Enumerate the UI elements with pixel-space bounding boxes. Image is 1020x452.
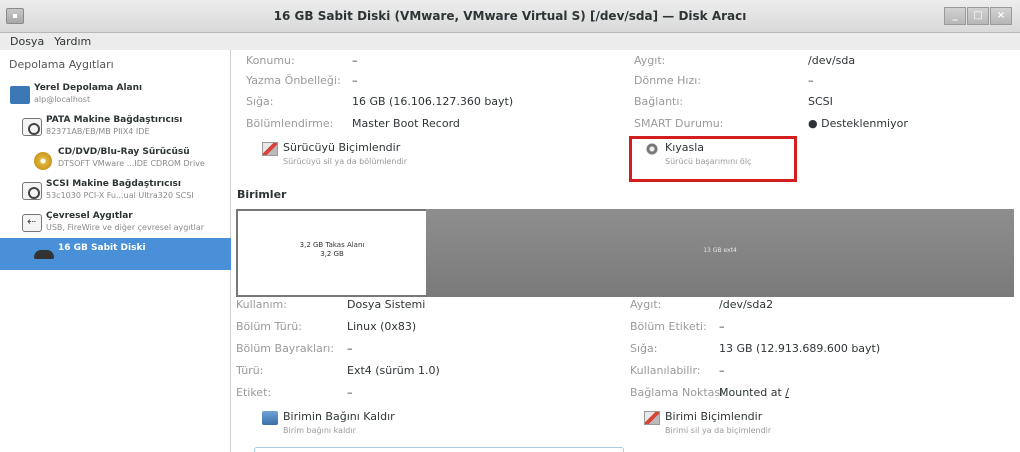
volumes-heading: Birimler: [237, 188, 287, 201]
partition-flags-value: –: [347, 342, 353, 355]
type-label: Türü:: [236, 364, 264, 377]
minimize-button[interactable]: _: [944, 7, 966, 25]
connection-label: Bağlantı:: [634, 95, 684, 108]
close-button[interactable]: ×: [990, 7, 1012, 25]
volume-capacity-value: 13 GB (12.913.689.600 bayt): [719, 342, 881, 355]
usage-value: Dosya Sistemi: [347, 298, 426, 311]
volume-capacity-label: Sığa:: [630, 342, 658, 355]
volume-swap-name: 3,2 GB Takas Alanı: [299, 241, 365, 249]
format-volume-title: Birimi Biçimlendir: [665, 410, 763, 423]
sidebar-item-subtitle: USB, FireWire ve diğer çevresel aygıtlar: [46, 223, 205, 232]
volume-map: 3,2 GB Takas Alanı 3,2 GB 13 GB ext4: [236, 209, 1014, 297]
capacity-value: 16 GB (16.106.127.360 bayt): [352, 95, 514, 108]
mount-point-link[interactable]: /: [785, 386, 789, 399]
format-volume-button[interactable]: Birimi Biçimlendir Birimi sil ya da biçi…: [644, 410, 844, 440]
format-drive-button[interactable]: Sürücüyü Biçimlendir Sürücüyü sil ya da …: [262, 141, 462, 171]
volume-ext4-label: 13 GB ext4: [703, 247, 737, 254]
details-pane: Konumu: – Yazma Önbelleği: – Sığa: 16 GB…: [232, 50, 1020, 452]
connection-value: SCSI: [808, 95, 833, 108]
write-cache-value: –: [352, 74, 358, 87]
available-label: Kullanılabilir:: [630, 364, 701, 377]
title-bar: 16 GB Sabit Diski (VMware, VMware Virtua…: [0, 0, 1020, 33]
partition-type-value: Linux (0x83): [347, 320, 417, 333]
format-drive-title: Sürücüyü Biçimlendir: [283, 141, 401, 154]
usage-label: Kullanım:: [236, 298, 287, 311]
device-label: Aygıt:: [634, 54, 666, 67]
type-value: Ext4 (sürüm 1.0): [347, 364, 440, 377]
sidebar-item-title: PATA Makine Bağdaştırıcısı: [46, 115, 183, 125]
sidebar-item-hard-disk[interactable]: 16 GB Sabit Diski: [0, 238, 231, 270]
volume-swap-size: 3,2 GB: [320, 250, 344, 258]
menu-file[interactable]: Dosya: [10, 33, 44, 50]
optical-disc-icon: [34, 152, 52, 170]
sidebar-item-title: Çevresel Aygıtlar: [46, 211, 133, 221]
sidebar-item-peripherals[interactable]: Çevresel Aygıtlar USB, FireWire ve diğer…: [0, 206, 231, 240]
hard-disk-icon: [34, 250, 54, 259]
tag-value: –: [347, 386, 353, 399]
usb-icon: [22, 214, 42, 232]
partitioning-value: Master Boot Record: [352, 117, 460, 130]
window-title: 16 GB Sabit Diski (VMware, VMware Virtua…: [273, 9, 747, 23]
computer-icon: [10, 86, 30, 104]
partitioning-label: Bölümlendirme:: [246, 117, 334, 130]
sidebar-item-pata[interactable]: PATA Makine Bağdaştırıcısı 82371AB/EB/MB…: [0, 110, 231, 144]
window-controls: _ □ ×: [944, 7, 1012, 25]
rotation-value: –: [808, 74, 814, 87]
partition-label-value: –: [719, 320, 725, 333]
capacity-label: Sığa:: [246, 95, 274, 108]
focused-field-edge: [254, 447, 624, 452]
menu-help[interactable]: Yardım: [54, 33, 91, 50]
format-drive-subtitle: Sürücüyü sil ya da bölümlendir: [283, 157, 408, 166]
status-dot-icon: ●: [808, 117, 818, 130]
partition-label-label: Bölüm Etiketi:: [630, 320, 707, 333]
device-value: /dev/sda: [808, 54, 856, 67]
sidebar-item-subtitle: DTSOFT VMware ...IDE CDROM Drive: [58, 159, 205, 168]
volume-device-value: /dev/sda2: [719, 298, 774, 311]
sidebar-item-title: 16 GB Sabit Diski: [58, 243, 146, 253]
maximize-button[interactable]: □: [967, 7, 989, 25]
smart-label: SMART Durumu:: [634, 117, 724, 130]
location-label: Konumu:: [246, 54, 295, 67]
smart-status: ● Desteklenmiyor: [808, 117, 908, 130]
available-value: –: [719, 364, 725, 377]
sidebar-item-title: CD/DVD/Blu-Ray Sürücüsü: [58, 147, 190, 157]
volume-swap[interactable]: 3,2 GB Takas Alanı 3,2 GB: [238, 211, 426, 295]
format-volume-icon: [644, 411, 660, 425]
unmount-title: Birimin Bağını Kaldır: [283, 410, 395, 423]
sidebar-item-local-storage[interactable]: Yerel Depolama Alanı alp@localhost: [0, 78, 231, 112]
rotation-label: Dönme Hızı:: [634, 74, 702, 87]
sidebar-heading: Depolama Aygıtları: [9, 58, 114, 71]
unmount-icon: [262, 411, 278, 425]
storage-sidebar: Depolama Aygıtları Yerel Depolama Alanı …: [0, 50, 231, 452]
sidebar-item-scsi[interactable]: SCSI Makine Bağdaştırıcısı 53c1030 PCI-X…: [0, 174, 231, 208]
smart-value: Desteklenmiyor: [821, 117, 908, 130]
menu-bar: Dosya Yardım: [0, 33, 1020, 50]
format-icon: [262, 142, 278, 156]
write-cache-label: Yazma Önbelleği:: [246, 74, 341, 87]
mount-point-text: Mounted at: [719, 386, 782, 399]
mount-point-label: Bağlama Noktası:: [630, 386, 727, 399]
volume-device-label: Aygıt:: [630, 298, 662, 311]
sidebar-item-subtitle: 53c1030 PCI-X Fu...ual Ultra320 SCSI: [46, 191, 194, 200]
unmount-volume-button[interactable]: Birimin Bağını Kaldır Birim bağını kaldı…: [262, 410, 462, 440]
unmount-subtitle: Birim bağını kaldır: [283, 426, 356, 435]
tag-label: Etiket:: [236, 386, 272, 399]
volume-ext4[interactable]: 13 GB ext4: [426, 209, 1014, 297]
controller-icon: [22, 118, 42, 136]
partition-type-label: Bölüm Türü:: [236, 320, 302, 333]
sidebar-item-title: SCSI Makine Bağdaştırıcısı: [46, 179, 181, 189]
sidebar-item-cdrom[interactable]: CD/DVD/Blu-Ray Sürücüsü DTSOFT VMware ..…: [0, 142, 231, 176]
format-volume-subtitle: Birimi sil ya da biçimlendir: [665, 426, 772, 435]
sidebar-item-subtitle: alp@localhost: [34, 95, 91, 104]
location-value: –: [352, 54, 358, 67]
sidebar-item-title: Yerel Depolama Alanı: [34, 83, 143, 93]
highlight-box: [629, 136, 797, 182]
controller-icon: [22, 182, 42, 200]
mount-point-value: Mounted at /: [719, 386, 789, 399]
partition-flags-label: Bölüm Bayrakları:: [236, 342, 335, 355]
sidebar-item-subtitle: 82371AB/EB/MB PIIX4 IDE: [46, 127, 150, 136]
